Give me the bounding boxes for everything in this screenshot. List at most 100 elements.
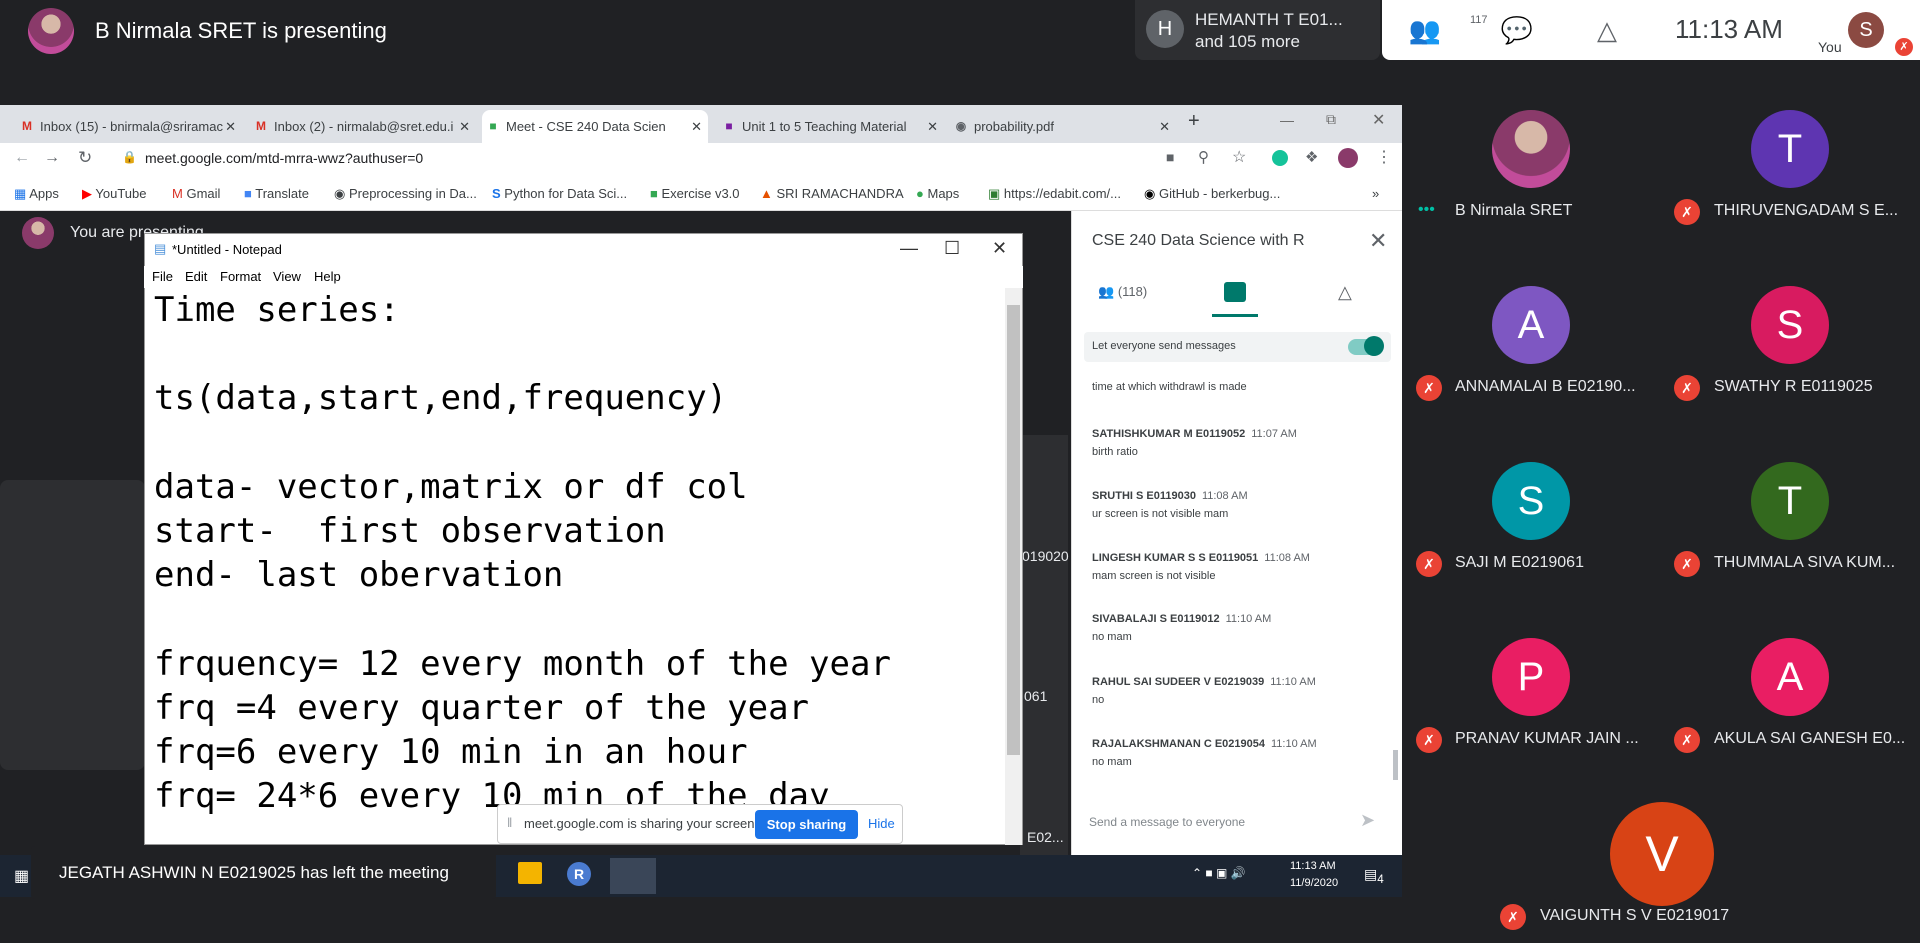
bookmark-maps[interactable]: ● Maps [916,186,959,201]
menu-view[interactable]: View [273,269,301,284]
zoom-icon[interactable]: ⚲ [1198,148,1209,166]
camera-icon[interactable]: ■ [1166,149,1174,165]
notepad-text-area[interactable]: Time series: ts(data,start,end,frequency… [154,288,1004,845]
bookmark-gmail[interactable]: M Gmail [172,186,220,201]
bookmark-translate[interactable]: ■ Translate [244,186,309,201]
bookmark-youtube[interactable]: ▶ YouTube [82,186,146,202]
r-app-icon[interactable]: R [567,862,591,886]
menu-format[interactable]: Format [220,269,261,284]
windows-start-icon[interactable]: ▦ [14,866,29,886]
active-tab-underline [1212,314,1258,317]
browser-tab-active[interactable]: ■ Meet - CSE 240 Data Scien ✕ [482,110,708,143]
restore-icon[interactable]: ⧉ [1326,111,1336,128]
tile-label: E02... [1027,829,1064,845]
menu-edit[interactable]: Edit [185,269,207,284]
tray-icons[interactable]: ⌃ ■ ▣ 🔊 [1192,866,1246,880]
meet-icon: ■ [489,119,497,133]
close-icon[interactable]: ✕ [459,110,470,143]
toggle-knob[interactable] [1364,336,1384,356]
minimize-icon[interactable]: — [1280,112,1294,128]
bookmark-label: Python for Data Sci... [504,186,628,201]
people-icon: 👥 [1098,284,1115,299]
bookmark-python[interactable]: S Python for Data Sci... [492,186,627,201]
participant-name: PRANAV KUMAR JAIN ... [1455,730,1639,747]
close-icon[interactable]: ✕ [992,238,1007,259]
minimize-icon[interactable]: — [900,238,918,259]
hide-button[interactable]: Hide [868,816,895,831]
notification-icon[interactable]: ▤4 [1364,866,1384,886]
chat-scrollbar[interactable] [1393,750,1398,780]
chat-message: RAJALAKSHMANAN C E0219054 11:10 AM no mam [1092,734,1317,768]
file-explorer-icon[interactable] [518,862,542,884]
chat-message-text: ur screen is not visible mam [1092,508,1229,520]
people-count: (118) [1117,284,1148,299]
bookmark-sri[interactable]: ▲ SRI RAMACHANDRA [760,186,904,201]
notepad-taskbar-icon[interactable] [610,858,656,894]
self-label: You [1818,39,1842,55]
scrollbar-thumb[interactable] [1007,305,1020,755]
chat-time: 11:08 AM [1201,490,1248,502]
raised-hand-more: and 105 more [1195,32,1300,51]
close-window-icon[interactable]: ✕ [1372,110,1385,130]
chat-time: 11:10 AM [1271,738,1317,750]
activities-icon[interactable]: △ [1338,282,1352,303]
drag-handle-icon[interactable]: ‖ [507,815,512,830]
back-icon[interactable]: ← [14,149,30,167]
chat-message-text: no mam [1092,756,1132,768]
profile-avatar[interactable] [1338,148,1358,168]
close-icon[interactable]: ✕ [927,110,938,143]
people-icon[interactable]: 👥 [1408,14,1442,46]
stop-sharing-button[interactable]: Stop sharing [755,810,858,839]
bookmark-exercise[interactable]: ■ Exercise v3.0 [650,186,740,201]
menu-file[interactable]: File [152,269,173,284]
reload-icon[interactable]: ↻ [78,148,92,168]
tab-label: Meet - CSE 240 Data Scien [506,119,666,134]
more-bookmarks-icon[interactable]: » [1372,186,1379,201]
chat-input[interactable]: Send a message to everyone [1089,815,1245,829]
tab-chat[interactable] [1224,282,1246,302]
gmail-icon: M [22,119,32,133]
chat-message-text: time at which withdrawl is made [1092,381,1247,393]
chat-time: 11:07 AM [1251,428,1297,440]
tab-people[interactable]: 👥 (118) [1098,284,1147,300]
bookmark-github[interactable]: ◉ GitHub - berkerbug... [1144,186,1280,202]
menu-help[interactable]: Help [314,269,341,284]
new-tab-icon[interactable]: + [1188,110,1200,133]
browser-tab[interactable]: ◉ probability.pdf ✕ [950,110,1176,143]
apps-icon[interactable]: ▦ Apps [14,186,59,202]
activities-icon[interactable]: △ [1590,14,1624,46]
browser-tab[interactable]: ■ Unit 1 to 5 Teaching Material ✕ [718,110,944,143]
bookmark-preprocessing[interactable]: ◉ Preprocessing in Da... [334,186,477,202]
grammarly-icon[interactable] [1272,150,1288,166]
participant-avatar: T [1751,110,1829,188]
chat-sender: SATHISHKUMAR M E0119052 [1092,428,1246,440]
send-icon[interactable]: ➤ [1360,810,1375,831]
maximize-icon[interactable]: ☐ [944,238,960,259]
globe-icon: ◉ [955,119,967,133]
presenter-avatar [28,8,74,54]
close-icon[interactable]: ✕ [691,110,702,143]
chat-sender: SRUTHI S E0119030 [1092,490,1196,502]
tab-label: Unit 1 to 5 Teaching Material [742,119,907,134]
raised-hand-name: HEMANTH T E01... [1195,10,1343,29]
notepad-icon: ▤ [154,241,167,256]
mic-off-icon: ✗ [1500,904,1526,930]
forward-icon[interactable]: → [44,149,60,167]
chat-message: SRUTHI S E0119030 11:08 AM ur screen is n… [1092,486,1248,520]
bookmark-label: Gmail [186,186,221,201]
url-field[interactable]: meet.google.com/mtd-mrra-wwz?authuser=0 [145,150,423,166]
extensions-icon[interactable]: ❖ [1305,148,1318,166]
mic-off-icon: ✗ [1674,727,1700,753]
tile-label: 061 [1024,688,1048,704]
star-icon[interactable]: ☆ [1232,147,1246,167]
close-icon[interactable]: ✕ [1369,228,1387,254]
close-icon[interactable]: ✕ [225,110,236,143]
close-icon[interactable]: ✕ [1159,110,1170,143]
menu-dots-icon[interactable]: ⋮ [1376,147,1392,167]
browser-tab[interactable]: M Inbox (15) - bnirmala@sriramac ✕ [16,110,242,143]
browser-tab[interactable]: M Inbox (2) - nirmalab@sret.edu.i ✕ [250,110,476,143]
bookmark-edabit[interactable]: ▣ https://edabit.com/... [988,186,1121,202]
chat-icon[interactable]: 💬 [1500,14,1534,46]
participant-name: THIRUVENGADAM S E... [1714,202,1899,219]
participant-avatar: S [1492,462,1570,540]
